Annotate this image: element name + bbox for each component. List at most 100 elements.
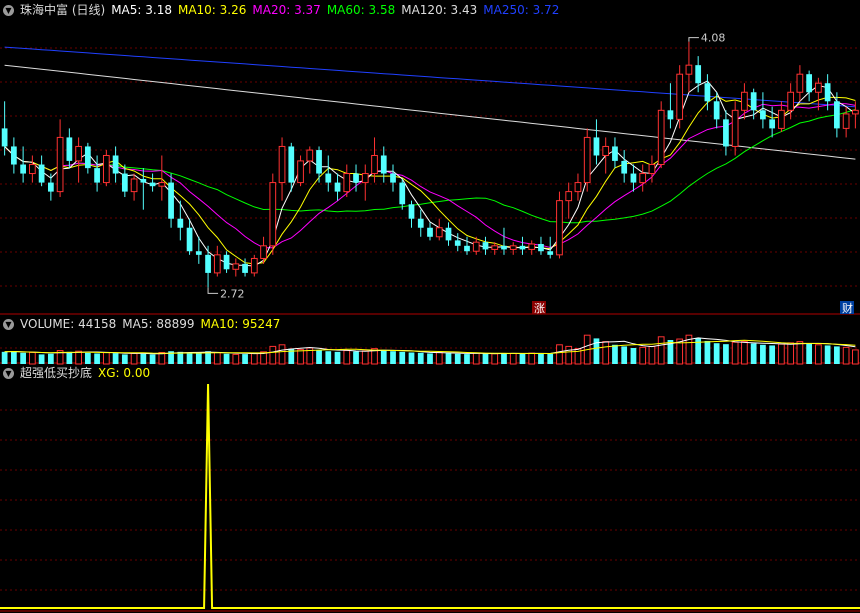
candle-body-down [168, 182, 174, 219]
volume-bar-down [454, 353, 461, 364]
candle-body-down [454, 240, 461, 246]
volume-bar-up [343, 350, 351, 365]
candle-body-down [140, 178, 147, 183]
volume-bar-down [121, 354, 128, 364]
volume-bar-down [38, 354, 45, 364]
volume-bar-down [750, 343, 757, 364]
volume-bar-down [177, 351, 184, 364]
xg-signal-line [0, 383, 860, 609]
candle-body-down [667, 110, 674, 120]
ma120-legend: MA120: 3.43 [401, 3, 478, 17]
candle-body-down [408, 204, 415, 219]
volume-bar-up [102, 351, 110, 365]
ma10-legend: MA10: 3.26 [177, 3, 247, 17]
candle-body-down [38, 164, 45, 183]
candle-body-up [232, 263, 240, 270]
candle-body-down [20, 164, 26, 174]
volume-bar-up [639, 346, 647, 365]
candle-body-down [704, 83, 711, 102]
volume-bar-up [556, 344, 563, 365]
candle-body-up [657, 109, 665, 166]
volume-bar-down [464, 354, 470, 364]
candle-body-down [84, 146, 91, 169]
xg-value: XG: 0.00 [98, 366, 151, 380]
volume-bar-up [565, 345, 573, 365]
volume-bar-up [741, 341, 748, 365]
candle-body-down [380, 155, 387, 174]
low-label: 2.72 [220, 287, 245, 300]
volume-bar-down [242, 354, 248, 364]
candle-body-up [361, 173, 369, 184]
volume-bar-down [20, 352, 26, 364]
candle-body-up [509, 245, 517, 250]
candle-body-up [250, 257, 258, 274]
ma20-legend: MA20: 3.37 [252, 3, 321, 17]
volume-bar-down [824, 345, 831, 364]
cai-label: 财 [842, 301, 853, 315]
indicator-legend: ▼ 超强低买抄底 XG: 0.00 [3, 365, 156, 381]
ma-line-ma250 [4, 46, 856, 108]
volume-bar-down [140, 353, 147, 364]
candle-body-down [501, 245, 507, 250]
volume-bar-up [731, 341, 739, 365]
candle-body-down [593, 137, 600, 156]
candle-body-down [223, 254, 230, 270]
candle-body-up [648, 164, 656, 175]
stock-chart-canvas[interactable]: 4.08 2.72 涨 财 [0, 0, 860, 613]
candle-body-down [94, 168, 100, 183]
candle-body-down [47, 182, 54, 192]
candle-body-down [195, 251, 202, 255]
candle-body-up [842, 113, 850, 129]
ma60-legend: MA60: 3.58 [326, 3, 396, 17]
candle-body-down [186, 227, 193, 252]
candle-body-down [547, 251, 554, 255]
candle-body-up [306, 149, 314, 162]
volume-value: VOLUME: 44158 [20, 317, 117, 331]
volume-bar-up [778, 343, 785, 365]
high-label: 4.08 [701, 32, 726, 45]
candle-body-down [205, 254, 211, 273]
candle-body-down [482, 242, 489, 250]
candle-body-up [213, 254, 221, 274]
candle-body-down [417, 218, 424, 228]
candle-body-up [676, 73, 684, 120]
candle-body-up [731, 109, 739, 147]
volume-bar-down [760, 344, 766, 364]
candle-body-down [121, 173, 128, 192]
candle-body-up [787, 91, 795, 111]
candle-body-up [371, 154, 378, 175]
candle-body-down [242, 263, 248, 273]
stock-title: 珠海中富 (日线) [20, 3, 106, 17]
indicator-name: 超强低买抄底 [20, 366, 93, 380]
candle-body-down [149, 182, 156, 187]
volume-bar-down [316, 349, 322, 364]
volume-bar-down [713, 343, 720, 364]
candle-body-down [612, 146, 618, 161]
volume-bar-down [112, 353, 119, 364]
chevron-down-icon[interactable]: ▼ [3, 318, 14, 330]
volume-bar-up [842, 346, 850, 365]
chevron-down-icon[interactable]: ▼ [3, 367, 14, 379]
ma5-legend: MA5: 3.18 [111, 3, 172, 17]
candle-body-down [834, 101, 840, 129]
volume-bar-down [621, 346, 628, 364]
candle-body-up [556, 200, 563, 256]
volume-bar-up [278, 344, 286, 365]
volume-bar-down [704, 340, 711, 364]
volume-bar-down [427, 353, 433, 364]
candle-body-down [112, 155, 119, 174]
volume-bar-down [353, 351, 359, 364]
candle-body-up [269, 182, 277, 247]
chevron-down-icon[interactable]: ▼ [3, 4, 14, 16]
candle-body-down [334, 182, 341, 192]
volume-bar-down [612, 344, 618, 364]
volume-bar-down [94, 353, 100, 364]
volume-bar-down [501, 353, 507, 364]
volume-bar-down [149, 354, 156, 364]
volume-bar-down [66, 351, 73, 364]
candle-body-up [491, 245, 499, 250]
candle-body-up [435, 227, 443, 238]
volume-bar-down [47, 353, 54, 364]
volume-bar-down [390, 351, 396, 364]
volume-bar-up [602, 341, 610, 365]
